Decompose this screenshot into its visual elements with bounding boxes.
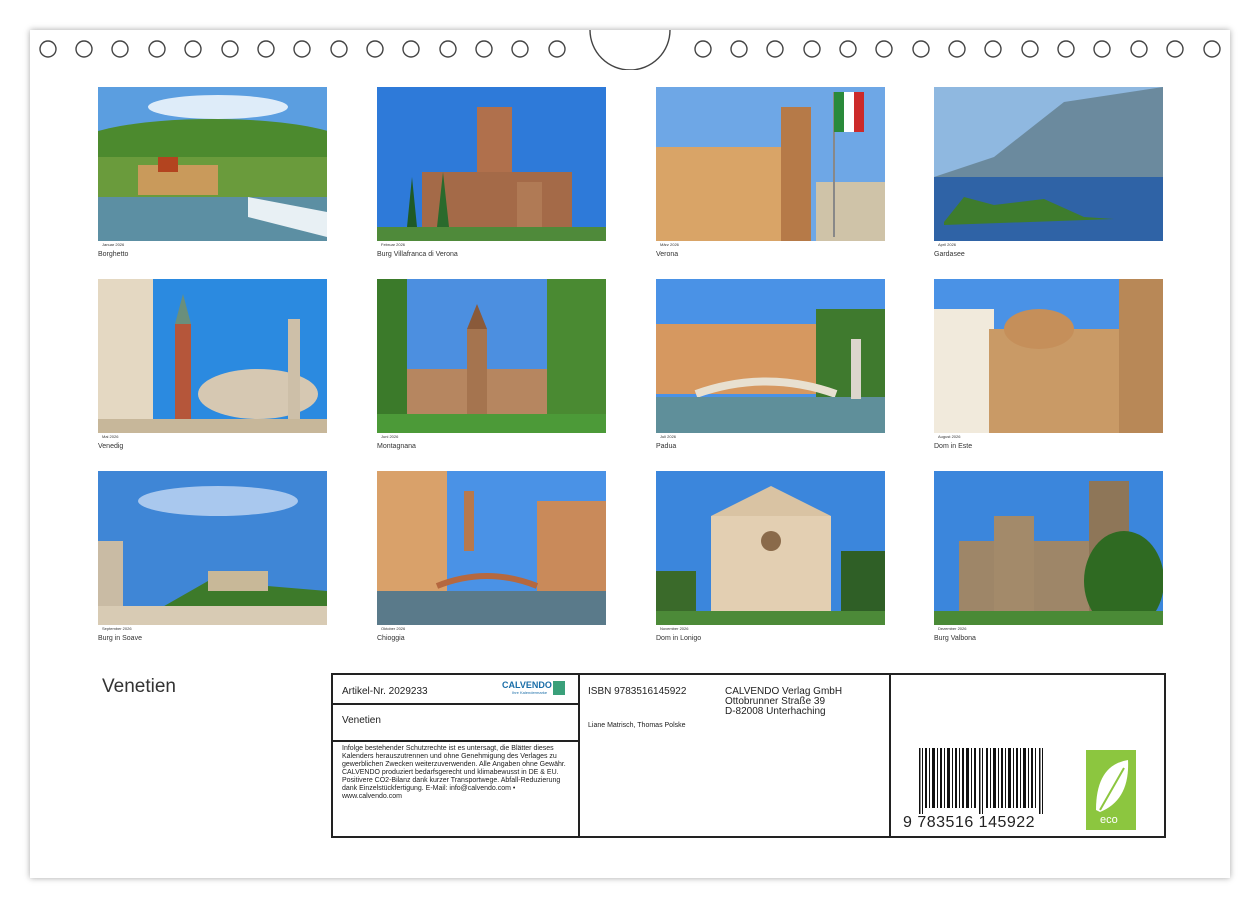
caption-2: Burg Villafranca di Verona <box>377 251 458 258</box>
caption-10: Chioggia <box>377 635 405 642</box>
photo-dom-este: August 2026 <box>934 279 1163 441</box>
photo-soave: September 2026 <box>98 471 327 633</box>
month-label: März 2026 <box>660 242 679 247</box>
month-label: Oktober 2026 <box>381 626 406 631</box>
legal-text: Infolge bestehender Schutzrechte ist es … <box>342 745 566 800</box>
brand-icon <box>553 681 565 695</box>
caption-3: Verona <box>656 251 679 258</box>
caption-5: Venedig <box>98 443 124 450</box>
photo-borghetto: Januar 2026 <box>98 87 327 249</box>
caption-4: Gardasee <box>934 251 965 258</box>
brand-logo: CALVENDO <box>502 680 552 690</box>
barcode-number: 9 783516 145922 <box>903 814 1036 831</box>
month-label: Juni 2026 <box>381 434 399 439</box>
caption-8: Dom in Este <box>934 443 973 450</box>
caption-1: Borghetto <box>98 251 129 258</box>
month-label: April 2026 <box>938 242 957 247</box>
month-label: September 2026 <box>102 626 132 631</box>
isbn: ISBN 9783516145922 <box>588 686 687 697</box>
caption-6: Montagnana <box>377 443 416 450</box>
photo-dom-lonigo: November 2026 <box>656 471 885 633</box>
caption-12: Burg Valbona <box>934 635 976 642</box>
photo-padua: Juli 2026 <box>656 279 885 441</box>
eco-label: eco <box>1100 814 1118 826</box>
publisher-line-3: D-82008 Unterhaching <box>725 706 826 717</box>
month-label: August 2026 <box>938 434 961 439</box>
photo-montagnana: Juni 2026 <box>377 279 606 441</box>
month-label: November 2026 <box>660 626 689 631</box>
photo-villafranca: Februar 2026 <box>377 87 606 249</box>
article-number: Artikel-Nr. 2029233 <box>342 686 428 697</box>
product-title: Venetien <box>342 715 381 726</box>
month-label: Juli 2026 <box>660 434 677 439</box>
caption-11: Dom in Lonigo <box>656 635 702 642</box>
photo-burg-valbona: Dezember 2026 <box>934 471 1163 633</box>
photo-chioggia: Oktober 2026 <box>377 471 606 633</box>
month-label: Februar 2026 <box>381 242 406 247</box>
barcode <box>919 748 1043 814</box>
month-label: Mai 2026 <box>102 434 119 439</box>
photo-venedig: Mai 2026 <box>98 279 327 441</box>
photo-verona: März 2026 <box>656 87 885 249</box>
eco-badge: eco <box>1086 750 1136 830</box>
binding-holes <box>39 29 1221 70</box>
month-label: Dezember 2026 <box>938 626 967 631</box>
photo-gardasee: April 2026 <box>934 87 1163 249</box>
calendar-title: Venetien <box>102 676 176 697</box>
caption-9: Burg in Soave <box>98 635 142 642</box>
caption-7: Padua <box>656 443 677 450</box>
month-label: Januar 2026 <box>102 242 125 247</box>
authors: Liane Matrisch, Thomas Polske <box>588 722 686 729</box>
brand-subline: Ihre Kalendermarke <box>512 690 548 695</box>
